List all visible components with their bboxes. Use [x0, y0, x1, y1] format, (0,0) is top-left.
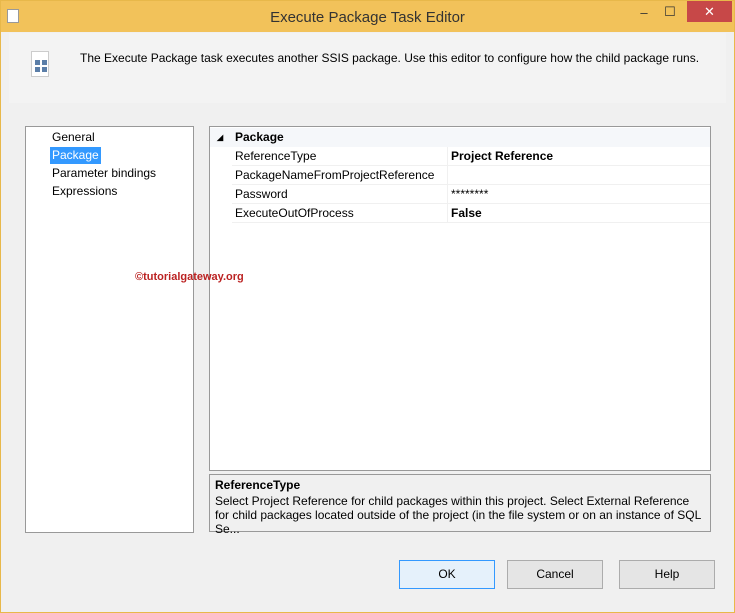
dialog-window: Execute Package Task Editor – ☐ ✕ The Ex…	[0, 0, 735, 613]
property-row[interactable]: ReferenceType Project Reference	[210, 147, 710, 166]
close-button[interactable]: ✕	[687, 1, 732, 22]
help-button[interactable]: Help	[619, 560, 715, 589]
nav-item-expressions[interactable]: Expressions	[50, 183, 119, 200]
header-description: The Execute Package task executes anothe…	[80, 51, 700, 65]
collapse-triangle-icon[interactable]: ◢	[217, 128, 223, 147]
category-label: Package	[235, 130, 284, 144]
property-grid: ◢ Package ReferenceType Project Reference…	[209, 126, 711, 471]
property-name: PackageNameFromProjectReference	[235, 168, 435, 182]
property-name: ExecuteOutOfProcess	[235, 206, 354, 220]
property-value[interactable]: Project Reference	[451, 147, 553, 166]
header-panel: The Execute Package task executes anothe…	[9, 33, 726, 103]
window-title: Execute Package Task Editor	[270, 9, 465, 26]
property-name: ReferenceType	[235, 149, 317, 163]
minimize-button[interactable]: –	[631, 5, 657, 26]
property-row[interactable]: PackageNameFromProjectReference	[210, 166, 710, 185]
title-bar[interactable]: Execute Package Task Editor – ☐ ✕	[1, 1, 734, 32]
property-row[interactable]: ExecuteOutOfProcess False	[210, 204, 710, 223]
property-description: ReferenceType Select Project Reference f…	[209, 474, 711, 536]
description-title: ReferenceType	[215, 478, 301, 492]
maximize-button[interactable]: ☐	[657, 4, 683, 25]
nav-item-package[interactable]: Package	[50, 147, 101, 164]
nav-item-general[interactable]: General	[50, 129, 97, 146]
ok-button[interactable]: OK	[399, 560, 495, 589]
property-value[interactable]: False	[451, 204, 482, 223]
package-task-icon	[31, 51, 49, 77]
category-package[interactable]: ◢ Package	[210, 128, 710, 147]
page-nav: General Package Parameter bindings Expre…	[25, 126, 194, 533]
cancel-button[interactable]: Cancel	[507, 560, 603, 589]
description-text: Select Project Reference for child packa…	[215, 494, 701, 536]
watermark: ©tutorialgateway.org	[135, 271, 244, 283]
property-name: Password	[235, 187, 288, 201]
property-row[interactable]: Password ********	[210, 185, 710, 204]
nav-item-parameter-bindings[interactable]: Parameter bindings	[50, 165, 158, 182]
property-value[interactable]: ********	[451, 185, 488, 204]
